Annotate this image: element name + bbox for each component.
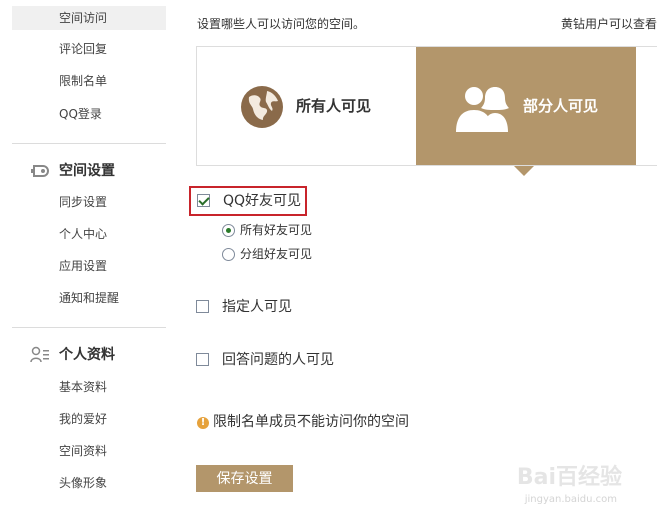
- section-title: 个人资料: [59, 347, 115, 363]
- intro-text: 设置哪些人可以访问您的空间。: [197, 17, 366, 31]
- restriction-notice: ! 限制名单成员不能访问你的空间: [197, 412, 409, 432]
- visibility-some-label: 部分人可见: [523, 97, 599, 115]
- sidebar-item-space-info[interactable]: 空间资料: [12, 439, 166, 463]
- sidebar-item-sync-settings[interactable]: 同步设置: [12, 190, 166, 214]
- sidebar-item-label: 基本资料: [59, 380, 108, 394]
- all-friends-radio[interactable]: [222, 224, 235, 237]
- all-friends-label: 所有好友可见: [240, 223, 313, 237]
- sidebar-item-restrict-list[interactable]: 限制名单: [12, 69, 166, 93]
- selection-pointer: [514, 166, 534, 176]
- sidebar-item-app-settings[interactable]: 应用设置: [12, 254, 166, 278]
- sidebar-item-space-access[interactable]: 空间访问: [12, 6, 166, 30]
- specific-people-label: 指定人可见: [222, 299, 292, 315]
- sidebar-item-personal-center[interactable]: 个人中心: [12, 222, 166, 246]
- sidebar-item-label: 应用设置: [59, 259, 108, 273]
- sidebar-divider: [12, 327, 166, 328]
- qq-friends-checkbox[interactable]: [197, 194, 210, 207]
- qq-friends-label: QQ好友可见: [223, 193, 302, 209]
- sidebar-item-notifications[interactable]: 通知和提醒: [12, 286, 166, 310]
- answer-question-checkbox[interactable]: [196, 353, 209, 366]
- sidebar-divider: [12, 143, 166, 144]
- sidebar-item-qq-login[interactable]: QQ登录: [12, 102, 166, 126]
- watermark-logo: Bai百经验: [516, 465, 622, 490]
- sidebar-item-label: 个人中心: [59, 227, 108, 241]
- sidebar-item-label: 空间访问: [59, 11, 108, 25]
- visibility-option-some[interactable]: 部分人可见: [416, 47, 636, 165]
- globe-icon: [241, 86, 283, 128]
- sidebar-item-basic-info[interactable]: 基本资料: [12, 375, 166, 399]
- notice-text: 限制名单成员不能访问你的空间: [213, 414, 409, 430]
- save-settings-button[interactable]: 保存设置: [196, 465, 293, 492]
- sidebar-item-label: 我的爱好: [59, 412, 108, 426]
- visibility-option-all[interactable]: 所有人可见: [197, 47, 416, 165]
- visibility-selector: 所有人可见 部分人可见: [196, 46, 657, 166]
- profile-icon: [30, 346, 49, 363]
- sidebar-section-profile: 个人资料: [30, 341, 115, 369]
- vip-note: 黄钻用户可以查看: [560, 17, 657, 31]
- specific-people-checkbox[interactable]: [196, 300, 209, 313]
- sidebar-item-label: QQ登录: [59, 107, 102, 121]
- sidebar-item-comment-reply[interactable]: 评论回复: [12, 37, 166, 61]
- people-icon: [456, 87, 509, 132]
- group-friends-label: 分组好友可见: [240, 247, 313, 261]
- sidebar-item-label: 空间资料: [59, 444, 108, 458]
- sidebar-item-label: 通知和提醒: [59, 291, 120, 305]
- main-content: 设置哪些人可以访问您的空间。 黄钻用户可以查看 所有人可见 部分人可见 QQ好友…: [180, 0, 657, 511]
- sidebar-section-space-settings: 空间设置: [30, 157, 115, 185]
- group-friends-radio[interactable]: [222, 248, 235, 261]
- watermark-url: jingyan.baidu.com: [524, 494, 617, 505]
- sidebar-item-label: 头像形象: [59, 476, 108, 490]
- section-title: 空间设置: [59, 163, 115, 179]
- sidebar-item-avatar[interactable]: 头像形象: [12, 471, 166, 495]
- warning-icon: !: [197, 417, 209, 429]
- sidebar-item-hobbies[interactable]: 我的爱好: [12, 407, 166, 431]
- answer-question-label: 回答问题的人可见: [222, 352, 334, 368]
- sidebar-item-label: 同步设置: [59, 195, 108, 209]
- sidebar-item-label: 限制名单: [59, 74, 108, 88]
- sidebar: 空间访问 评论回复 限制名单 QQ登录 空间设置 同步设置 个人中心 应用设置 …: [0, 0, 180, 511]
- visibility-all-label: 所有人可见: [296, 97, 372, 115]
- sidebar-item-label: 评论回复: [59, 42, 108, 56]
- settings-icon: [31, 165, 49, 177]
